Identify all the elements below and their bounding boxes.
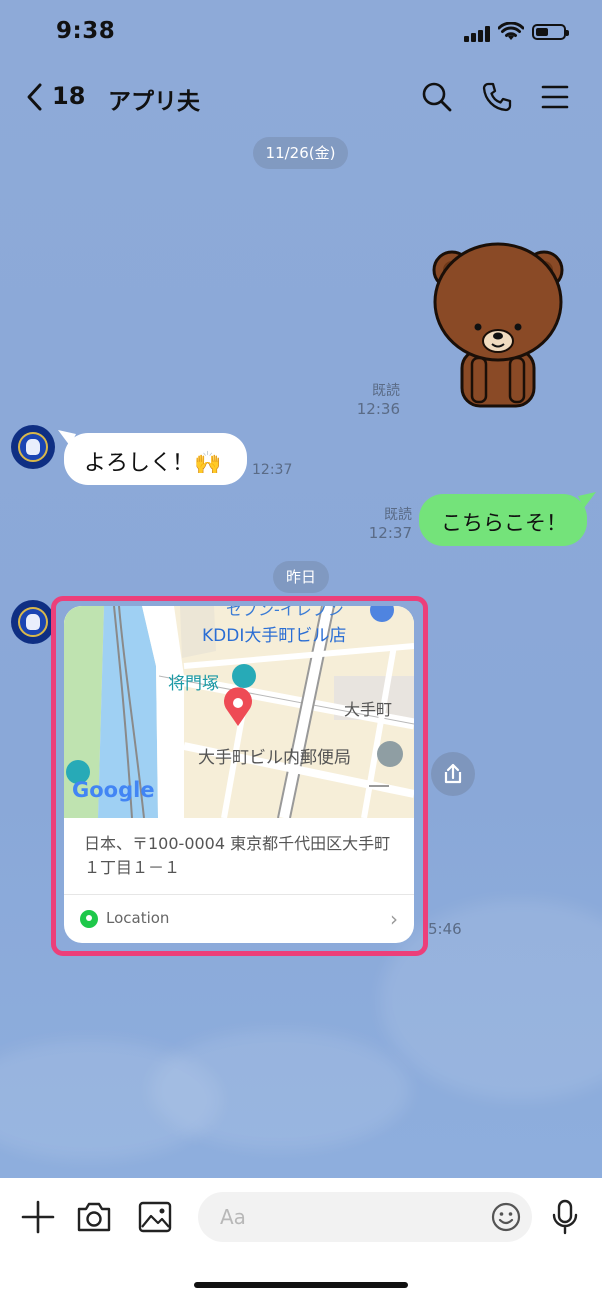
wifi-icon xyxy=(498,22,524,40)
message-text: こちらこそ！ xyxy=(441,511,567,535)
camera-icon[interactable] xyxy=(75,1198,113,1236)
message-bubble-incoming[interactable]: よろしく！🙌 xyxy=(64,433,247,485)
mic-icon[interactable] xyxy=(546,1198,584,1236)
bubble-tail xyxy=(578,492,596,508)
message-input[interactable]: Aa xyxy=(198,1192,532,1242)
phone-icon[interactable] xyxy=(480,80,514,114)
read-receipt: 既読 12:36 xyxy=(356,383,400,418)
date-separator: 11/26(金) xyxy=(253,137,348,169)
message-time: 12:37 xyxy=(252,462,293,478)
image-icon[interactable] xyxy=(136,1198,174,1236)
chevron-left-icon[interactable] xyxy=(22,80,50,114)
cellular-signal-icon xyxy=(464,26,492,42)
status-time: 9:38 xyxy=(56,18,116,44)
unread-count[interactable]: 18 xyxy=(52,82,85,110)
read-receipt: 既読 12:37 xyxy=(368,507,412,542)
avatar[interactable] xyxy=(11,425,55,469)
message-text: よろしく！🙌 xyxy=(84,451,222,476)
chat-title: アプリ夫 xyxy=(108,89,200,115)
home-indicator xyxy=(194,1282,408,1288)
message-bubble-outgoing[interactable]: こちらこそ！ xyxy=(419,494,587,546)
bubble-tail xyxy=(58,430,76,446)
share-button[interactable] xyxy=(431,752,475,796)
message-time: 5:46 xyxy=(428,920,462,938)
emoji-icon[interactable] xyxy=(490,1201,522,1233)
input-bar: Aa xyxy=(0,1178,602,1302)
share-icon xyxy=(444,763,462,784)
chat-header: 18 アプリ夫 xyxy=(0,70,602,124)
chat-screen: 9:38 18 アプリ夫 11/26(金) 既読 12:36 よろしく！🙌 12… xyxy=(0,0,602,1302)
search-icon[interactable] xyxy=(420,80,454,114)
plus-icon[interactable] xyxy=(19,1198,57,1236)
background-cloud xyxy=(150,1030,410,1150)
avatar[interactable] xyxy=(11,600,55,644)
highlight-outline xyxy=(51,596,428,956)
bear-sticker[interactable] xyxy=(432,240,564,412)
battery-icon xyxy=(532,24,569,40)
status-bar: 9:38 xyxy=(0,0,602,62)
menu-icon[interactable] xyxy=(538,80,572,114)
date-separator: 昨日 xyxy=(273,561,329,593)
input-placeholder: Aa xyxy=(220,1205,246,1229)
